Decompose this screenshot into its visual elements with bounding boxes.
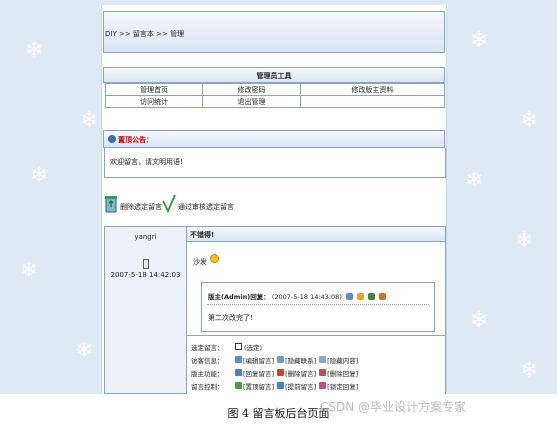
delete-icon <box>319 369 327 376</box>
breadcrumb: DIY >> 留言本 >> 管理 <box>103 11 445 53</box>
snowflake-icon: ❄ <box>465 168 484 193</box>
control-row-visitor: 访客信息： [编辑留言] [隐藏联系] [隐藏内容] <box>191 354 361 365</box>
menu-admin-home[interactable]: 管理首页 <box>104 83 204 96</box>
snowflake-icon: ❄ <box>515 228 534 253</box>
post-body: 沙发 版主(Admin)回复： (2007-5-18 14:43:08) 第二次… <box>187 242 446 336</box>
reply-time: (2007-5-18 14:43:08) <box>271 293 342 301</box>
hide-content-label: [隐藏内容] <box>327 356 359 365</box>
delete-message-link[interactable]: [删除留言] <box>277 368 316 378</box>
hide-contact-label: [隐藏联系] <box>285 356 317 365</box>
menu-empty-cell <box>299 95 446 108</box>
notice-header: 置顶公告： <box>103 130 445 148</box>
control-row-select: 选定留言： (选定) <box>191 341 265 352</box>
notice-body: 欢迎留言，请文明用语! <box>104 148 446 178</box>
delete-message-label: [删除留言] <box>285 369 317 378</box>
control-label: 选定留言： <box>191 343 224 352</box>
menu-change-password[interactable]: 修改密码 <box>202 83 301 96</box>
hide-contact-link[interactable]: [隐藏联系] <box>277 355 316 365</box>
lock-icon <box>319 382 327 389</box>
control-row-message: 留言控制： [置顶留言] [提前留言] [锁定回复] <box>191 380 361 391</box>
approve-selected-button[interactable]: 通过审核选定留言 <box>162 191 234 213</box>
menu-logout[interactable]: 退出管理 <box>202 95 301 108</box>
snowflake-icon: ❄ <box>20 258 39 283</box>
bump-icon <box>277 382 285 389</box>
post-author-panel: yangri 2007-5-18 14:42:03 <box>104 226 187 394</box>
reply-icon <box>235 369 242 376</box>
guestbook-admin-panel: DIY >> 留言本 >> 管理 管理员工具 管理首页 修改密码 修改版主资料 … <box>101 5 447 394</box>
checkmark-icon <box>162 194 176 213</box>
home-icon[interactable] <box>379 293 387 300</box>
bump-message-link[interactable]: [提前留言] <box>277 381 316 391</box>
lock-reply-label: [锁定回复] <box>327 382 359 391</box>
snowflake-icon: ❄ <box>75 338 94 363</box>
edit-message-label: [编辑留言] <box>243 356 275 365</box>
delete-selected-button[interactable]: 删除选定留言 <box>104 191 162 213</box>
delete-selected-label: 删除选定留言 <box>120 203 162 211</box>
watermark: CSDN @毕业设计方案专家 <box>320 400 467 414</box>
reply-header: 版主(Admin)回复： (2007-5-18 14:43:08) <box>208 291 387 301</box>
reply-text: 第二次改完了! <box>208 314 253 322</box>
control-row-moderator: 版主功能： [回复留言] [删除留言] [删除回复] <box>191 367 361 378</box>
reply-label: 版主(Admin)回复： <box>208 293 270 301</box>
figure-caption: 图 4 留言板后台页面 <box>227 407 330 420</box>
delete-reply-label: [删除回复] <box>327 369 359 378</box>
snowflake-icon: ❄ <box>30 163 49 188</box>
reply-edit-icon[interactable] <box>345 293 353 300</box>
post-title: 不错得! <box>187 226 446 242</box>
menu-edit-moderator-profile[interactable]: 修改版主资料 <box>299 83 446 96</box>
snowflake-icon: ❄ <box>470 28 489 53</box>
post-time: 2007-5-18 14:42:03 <box>110 271 181 279</box>
reply-message-label: [回复留言] <box>243 369 275 378</box>
notice-title: 置顶公告： <box>118 136 153 144</box>
control-label: 版主功能： <box>191 369 224 378</box>
delete-icon <box>277 369 285 376</box>
edit-icon <box>235 356 242 363</box>
snowflake-icon: ❄ <box>520 108 539 133</box>
approve-selected-label: 通过审核选定留言 <box>178 203 234 211</box>
hide-icon <box>277 356 285 363</box>
control-label: 留言控制： <box>191 382 224 391</box>
menu-visit-stats[interactable]: 访问统计 <box>104 95 204 108</box>
snowflake-icon: ❄ <box>520 358 539 383</box>
admin-tools-menu: 管理首页 修改密码 修改版主资料 访问统计 退出管理 <box>104 83 446 108</box>
post-content-text: 沙发 <box>193 258 207 266</box>
hide-content-link[interactable]: [隐藏内容] <box>319 355 358 365</box>
select-label: (选定) <box>244 343 263 352</box>
lock-reply-link[interactable]: [锁定回复] <box>319 381 358 391</box>
author-avatar <box>142 259 149 269</box>
hide-icon <box>319 356 327 363</box>
notice-icon <box>108 135 116 143</box>
snowflake-icon: ❄ <box>470 308 489 333</box>
bump-message-label: [提前留言] <box>285 382 317 391</box>
checkbox-icon[interactable] <box>235 343 242 350</box>
control-label: 访客信息： <box>191 356 224 365</box>
reply-message-link[interactable]: [回复留言] <box>235 368 274 378</box>
edit-message-link[interactable]: [编辑留言] <box>235 355 274 365</box>
post-content: 沙发 <box>193 254 219 267</box>
post-author: yangri <box>134 233 157 241</box>
admin-tools-title: 管理员工具 <box>103 67 445 83</box>
delete-reply-link[interactable]: [删除回复] <box>319 368 358 378</box>
pin-message-link[interactable]: [置顶留言] <box>235 381 274 391</box>
reply-divider <box>207 304 429 305</box>
moderator-reply-box: 版主(Admin)回复： (2007-5-18 14:43:08) 第二次改完了… <box>201 282 435 332</box>
recycle-bin-icon <box>105 196 117 213</box>
tool-icon[interactable] <box>368 293 376 300</box>
user-icon[interactable] <box>356 293 364 300</box>
smiley-icon <box>210 254 219 263</box>
select-checkbox[interactable]: (选定) <box>235 342 262 352</box>
post-controls: 选定留言： (选定) 访客信息： [编辑留言] [隐藏联系] [隐藏内容] 版主… <box>187 336 446 394</box>
pin-icon <box>235 382 242 389</box>
snowflake-icon: ❄ <box>80 108 99 133</box>
pin-message-label: [置顶留言] <box>243 382 275 391</box>
snowflake-icon: ❄ <box>25 38 44 63</box>
